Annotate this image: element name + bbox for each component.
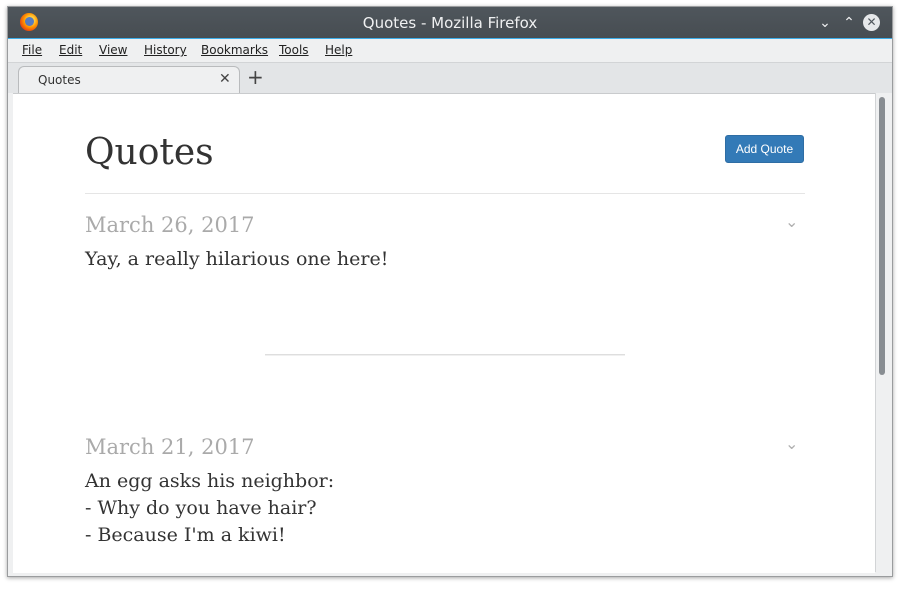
quote-text: Yay, a really hilarious one here! [85, 246, 388, 273]
menu-view[interactable]: View [99, 43, 127, 57]
quote-date: March 21, 2017 [85, 435, 255, 459]
quote-divider [265, 354, 625, 356]
menu-history[interactable]: History [144, 43, 187, 57]
close-window-icon[interactable]: ✕ [863, 14, 880, 31]
quote-line: Yay, a really hilarious one here! [85, 248, 389, 270]
menu-tools[interactable]: Tools [279, 43, 309, 57]
tab-close-icon[interactable]: ✕ [219, 71, 231, 87]
quote-line: - Because I'm a kiwi! [85, 524, 286, 546]
menu-file[interactable]: File [22, 43, 42, 57]
browser-window: Quotes - Mozilla Firefox ⌄ ⌃ ✕ File Edit… [7, 6, 893, 577]
chevron-down-icon[interactable]: ⌄ [785, 212, 798, 231]
scrollbar-thumb[interactable] [879, 97, 885, 375]
tab-bar: Quotes ✕ + [8, 62, 892, 94]
tab-label: Quotes [38, 73, 81, 87]
menu-bookmarks[interactable]: Bookmarks [201, 43, 268, 57]
header-divider [85, 193, 805, 194]
menu-bar: File Edit View History Bookmarks Tools H… [8, 39, 892, 62]
chevron-down-icon[interactable]: ⌄ [785, 434, 798, 453]
menu-help[interactable]: Help [325, 43, 352, 57]
menu-edit[interactable]: Edit [59, 43, 82, 57]
quote-line: An egg asks his neighbor: [85, 470, 335, 492]
window-title: Quotes - Mozilla Firefox [362, 14, 538, 32]
vertical-scrollbar[interactable] [875, 93, 887, 572]
quote-line: - Why do you have hair? [85, 497, 317, 519]
quote-text: An egg asks his neighbor: - Why do you h… [85, 468, 334, 549]
maximize-icon[interactable]: ⌃ [839, 13, 859, 33]
title-bar: Quotes - Mozilla Firefox ⌄ ⌃ ✕ [8, 7, 892, 39]
tab-quotes[interactable]: Quotes ✕ [18, 66, 240, 94]
add-quote-button[interactable]: Add Quote [725, 135, 804, 163]
quote-date: March 26, 2017 [85, 213, 255, 237]
new-tab-plus-icon[interactable]: + [247, 67, 264, 87]
page-title: Quotes [85, 132, 214, 173]
minimize-icon[interactable]: ⌄ [815, 13, 835, 33]
page-content: Quotes Add Quote March 26, 2017 ⌄ Yay, a… [13, 93, 875, 573]
